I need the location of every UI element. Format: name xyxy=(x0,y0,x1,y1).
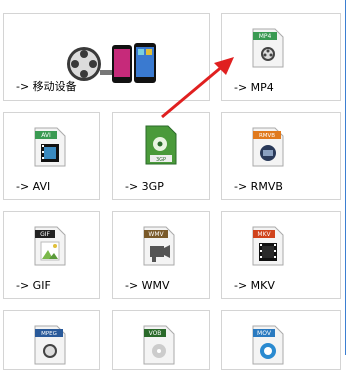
vob-file-icon: VOB xyxy=(143,325,175,365)
rmvb-file-icon: RMVB xyxy=(252,127,284,167)
mp4-file-icon: MP4 xyxy=(252,28,284,68)
gif-file-icon: GIF xyxy=(34,226,66,266)
format-tile-rmvb[interactable]: RMVB -> RMVB xyxy=(221,112,341,200)
format-tile-vob[interactable]: VOB xyxy=(112,310,210,370)
format-badge: GIF xyxy=(40,231,50,238)
format-tile-gif[interactable]: GIF -> GIF xyxy=(3,211,100,299)
mobile-devices-icon xyxy=(67,43,156,83)
format-badge: VOB xyxy=(149,330,162,337)
format-tile-wmv[interactable]: WMV -> WMV xyxy=(112,211,210,299)
mkv-file-icon: MKV xyxy=(252,226,284,266)
format-tile-3gp[interactable]: 3GP -> 3GP xyxy=(112,112,210,200)
wmv-file-icon: WMV xyxy=(143,226,175,266)
format-badge: 3GP xyxy=(156,157,166,163)
format-tile-mkv[interactable]: MKV -> MKV xyxy=(221,211,341,299)
format-tile-mov[interactable]: MOV xyxy=(221,310,341,370)
format-label: -> GIF xyxy=(16,279,51,292)
avi-file-icon: AVI xyxy=(34,127,66,167)
format-label: -> WMV xyxy=(125,279,170,292)
scrollbar-edge xyxy=(345,0,346,355)
format-tile-avi[interactable]: AVI -> AVI xyxy=(3,112,100,200)
pointer-arrow-icon xyxy=(161,57,234,119)
format-badge: AVI xyxy=(41,132,51,139)
format-badge: WMV xyxy=(148,231,164,238)
format-badge: MP4 xyxy=(259,33,272,40)
format-label: -> AVI xyxy=(16,180,51,193)
format-label: -> MP4 xyxy=(234,81,274,94)
format-badge: MPEG xyxy=(41,331,57,337)
mpeg-file-icon: MPEG xyxy=(34,325,66,365)
format-label: -> 移动设备 xyxy=(16,80,77,93)
format-label: -> RMVB xyxy=(234,180,283,193)
format-tile-mp4[interactable]: MP4 -> MP4 xyxy=(221,13,341,101)
format-label: -> MKV xyxy=(234,279,275,292)
format-badge: MKV xyxy=(257,231,271,238)
3gp-file-icon: 3GP xyxy=(145,125,177,165)
format-label: -> 3GP xyxy=(125,180,164,193)
mov-file-icon: MOV xyxy=(252,325,284,365)
format-badge: RMVB xyxy=(259,133,275,139)
format-tile-mpeg[interactable]: MPEG xyxy=(3,310,100,370)
format-badge: MOV xyxy=(257,330,272,337)
